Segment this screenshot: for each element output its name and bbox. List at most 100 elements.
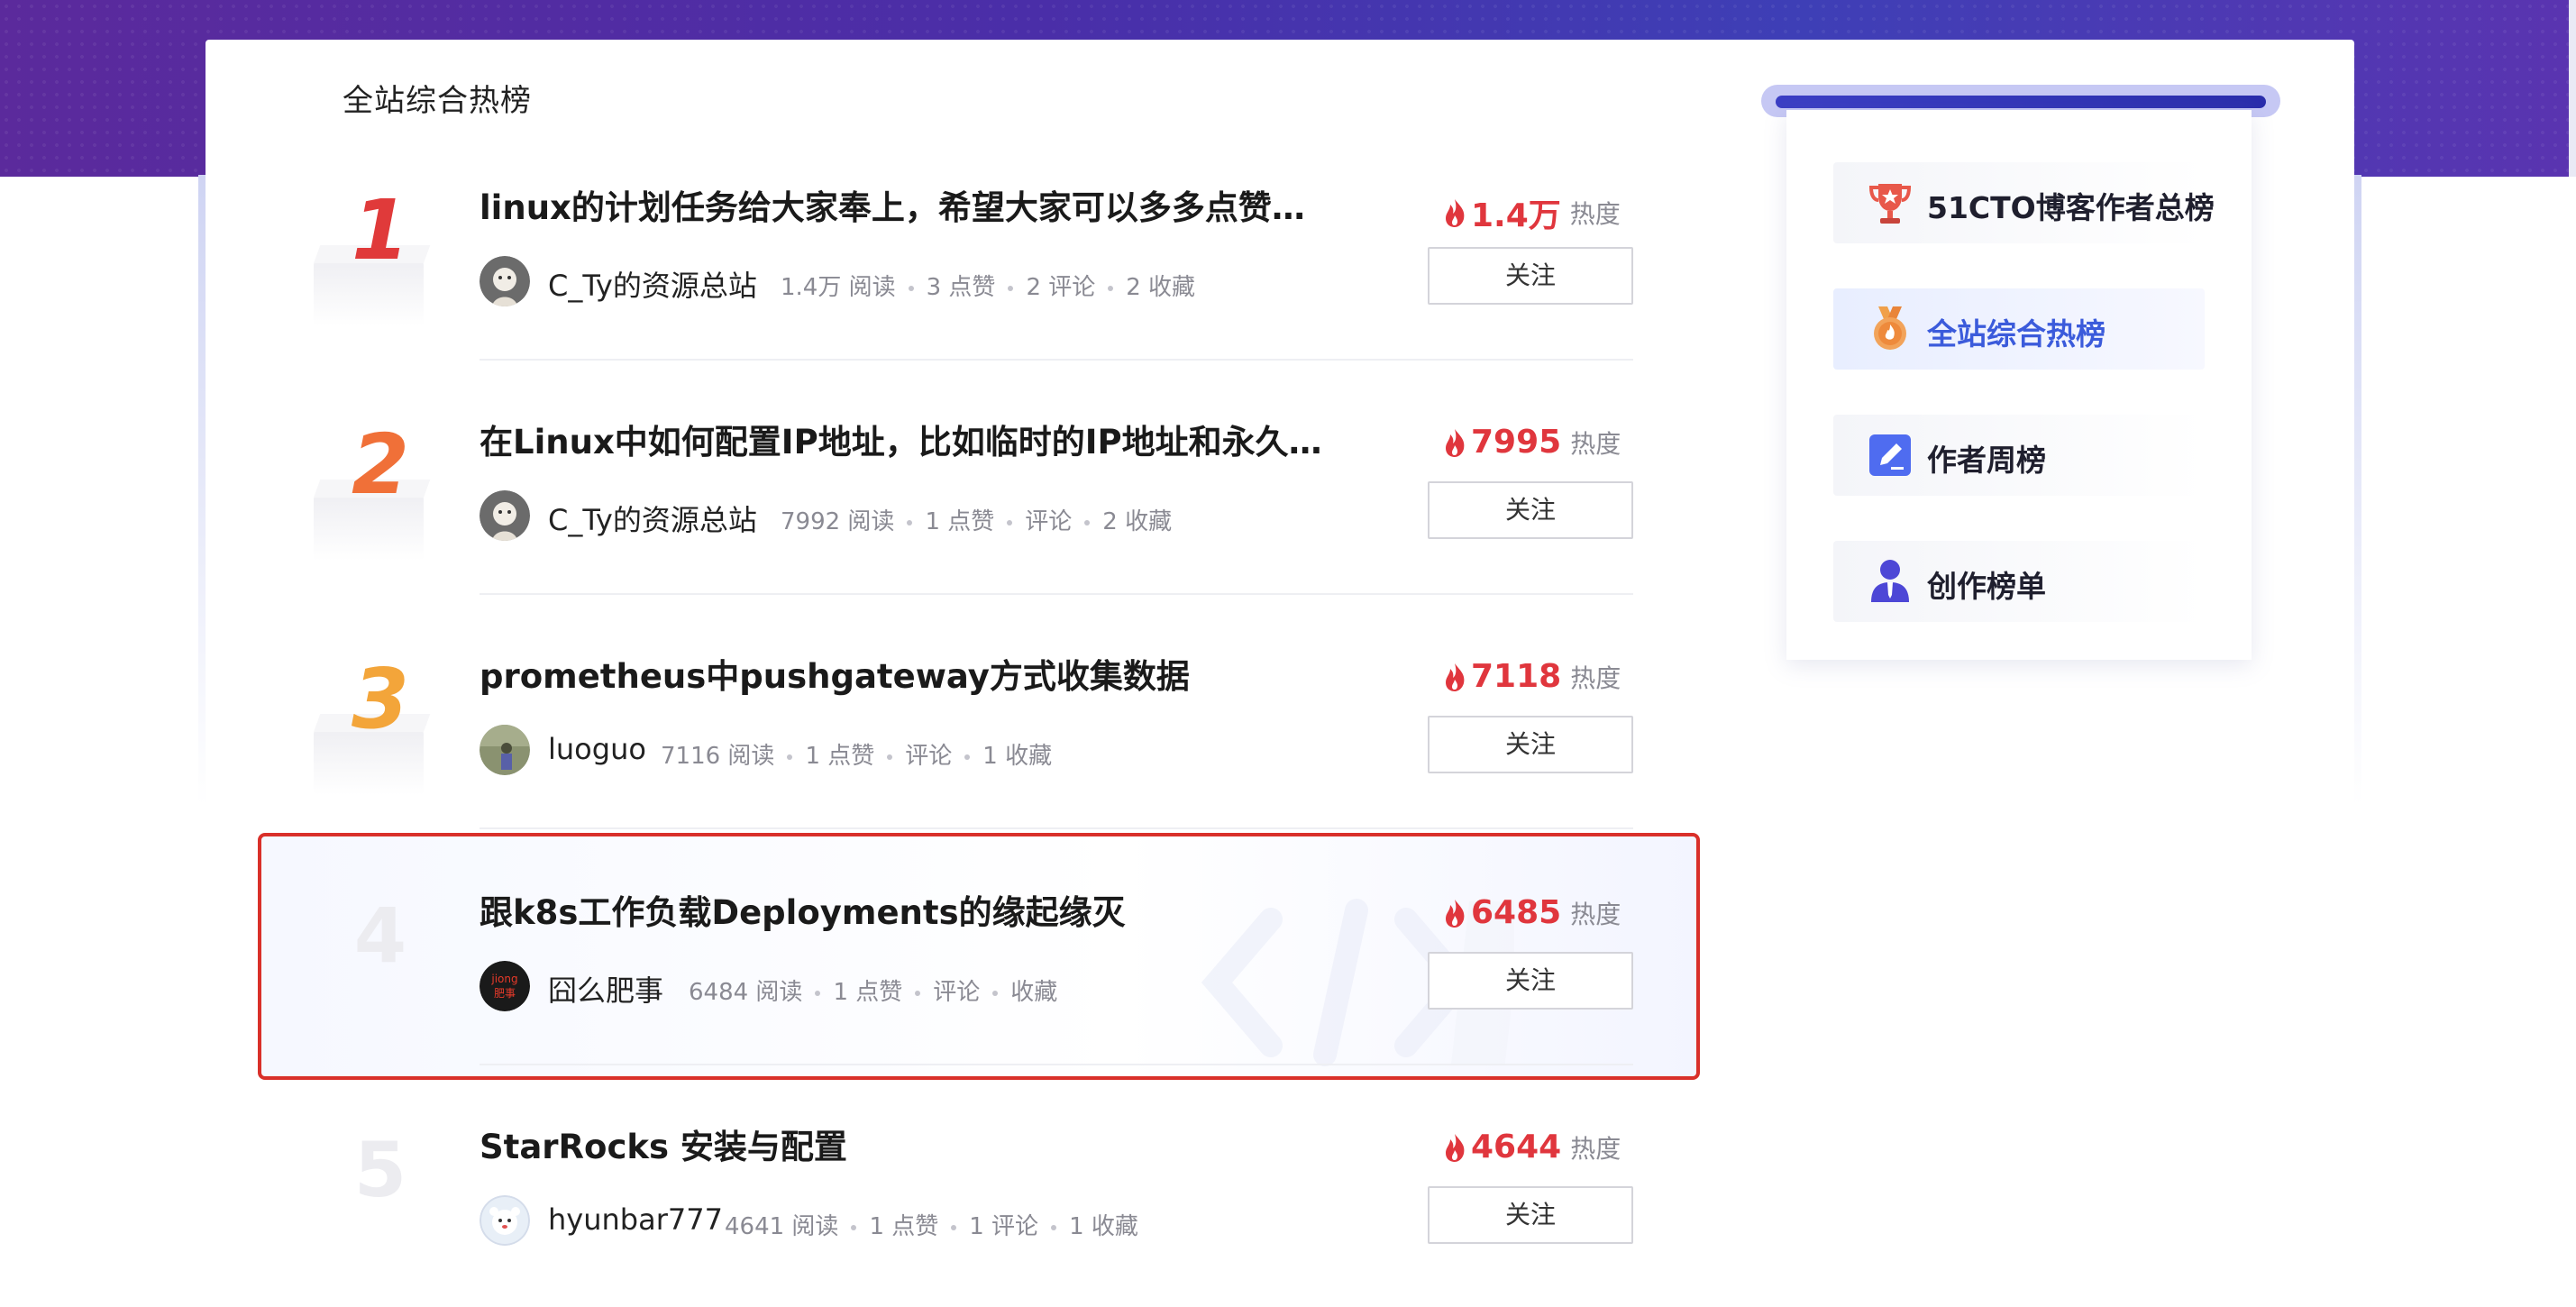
heat-value: 4644 <box>1471 1129 1562 1165</box>
read-count: 4641 阅读 <box>725 1213 839 1240</box>
author-name[interactable]: hyunbar777 <box>548 1202 723 1237</box>
flame-icon <box>1446 663 1465 691</box>
sidebar-item-label: 51CTO博客作者总榜 <box>1927 190 2215 225</box>
sidebar-item-label: 作者周榜 <box>1927 443 2046 478</box>
flame-icon <box>1446 899 1465 928</box>
favorite-count: 2 收藏 <box>1102 508 1173 535</box>
comment-count: 2 评论 <box>1026 274 1096 301</box>
edit-icon <box>1869 434 1911 476</box>
row-divider <box>480 1064 1633 1065</box>
heat-label: 热度 <box>1570 899 1621 929</box>
separator-dot <box>887 754 893 760</box>
heat-score: 7995 热度 <box>1442 424 1622 461</box>
separator-dot <box>1008 285 1014 291</box>
author-name[interactable]: C_Ty的资源总站 <box>548 498 757 539</box>
author-name[interactable]: luoguo <box>548 732 646 766</box>
row-divider <box>480 359 1633 361</box>
heat-label: 热度 <box>1570 428 1621 459</box>
favorite-count: 收藏 <box>1010 979 1058 1006</box>
rank-number: 3 <box>351 651 409 747</box>
svg-text:jiong: jiong <box>490 973 517 985</box>
separator-dot <box>907 519 913 526</box>
trophy-icon <box>1868 184 1912 224</box>
medal-icon <box>1874 306 1906 350</box>
follow-button[interactable]: 关注 <box>1428 716 1633 773</box>
follow-button[interactable]: 关注 <box>1428 481 1633 539</box>
heat-value: 7995 <box>1471 424 1562 461</box>
heat-value: 6485 <box>1471 894 1562 931</box>
comment-count: 1 评论 <box>969 1213 1039 1240</box>
article-stats: 6484 阅读 1 点赞 评论 收藏 <box>689 973 1057 1007</box>
separator-dot <box>908 285 914 291</box>
sidebar-item-author-weekly[interactable]: 作者周榜 <box>1833 415 2205 496</box>
svg-text:肥事: 肥事 <box>494 987 516 1000</box>
flame-icon <box>1446 1133 1465 1162</box>
sidebar: 51CTO博客作者总榜 全站综合热榜 作者周榜 创作榜单 <box>1761 85 2280 660</box>
row-divider <box>480 593 1633 595</box>
heat-label: 热度 <box>1570 1133 1621 1164</box>
sidebar-item-site-hot[interactable]: 全站综合热榜 <box>1833 288 2205 370</box>
rank-number: 4 <box>353 891 407 980</box>
read-count: 6484 阅读 <box>689 979 803 1006</box>
follow-button[interactable]: 关注 <box>1428 1186 1633 1244</box>
like-count: 1 点赞 <box>869 1213 939 1240</box>
rank-number: 2 <box>351 416 409 513</box>
avatar-bear-icon[interactable] <box>480 1195 530 1246</box>
article-title[interactable]: StarRocks 安装与配置 <box>480 1120 1327 1168</box>
follow-button[interactable]: 关注 <box>1428 247 1633 305</box>
ranking-row[interactable]: 5 StarRocks 安装与配置 hyunbar777 4641 阅读 1 点赞 1 评… <box>0 0 1713 1246</box>
avatar-logo-icon[interactable]: jiong 肥事 <box>480 961 530 1011</box>
heat-label: 热度 <box>1570 663 1621 693</box>
separator-dot <box>915 990 921 996</box>
comment-count: 评论 <box>905 743 953 770</box>
heat-score: 7118 热度 <box>1442 658 1622 695</box>
avatar-photo-icon[interactable] <box>480 725 530 775</box>
avatar-cartoon-icon[interactable] <box>480 490 530 541</box>
separator-dot <box>992 990 999 996</box>
article-stats: 7992 阅读 1 点赞 评论 2 收藏 <box>781 503 1172 536</box>
read-count: 7116 阅读 <box>661 743 775 770</box>
follow-button[interactable]: 关注 <box>1428 952 1633 1010</box>
flame-icon <box>1446 428 1465 457</box>
like-count: 1 点赞 <box>925 508 995 535</box>
separator-dot <box>964 754 971 760</box>
heat-value: 7118 <box>1471 658 1562 695</box>
article-stats: 7116 阅读 1 点赞 评论 1 收藏 <box>661 737 1052 771</box>
author-name[interactable]: C_Ty的资源总站 <box>548 263 757 305</box>
separator-dot <box>1108 285 1114 291</box>
separator-dot <box>1084 519 1091 526</box>
separator-dot <box>787 754 793 760</box>
author-name[interactable]: 囧么肥事 <box>548 968 663 1010</box>
like-count: 1 点赞 <box>833 979 903 1006</box>
heat-score: 6485 热度 <box>1442 894 1622 931</box>
favorite-count: 2 收藏 <box>1126 274 1196 301</box>
article-title[interactable]: prometheus中pushgateway方式收集数据 <box>480 649 1327 698</box>
comment-count: 评论 <box>1025 508 1073 535</box>
separator-dot <box>1051 1224 1057 1230</box>
article-stats: 4641 阅读 1 点赞 1 评论 1 收藏 <box>725 1208 1138 1241</box>
read-count: 7992 阅读 <box>781 508 895 535</box>
favorite-count: 1 收藏 <box>982 743 1053 770</box>
comment-count: 评论 <box>933 979 981 1006</box>
separator-dot <box>951 1224 957 1230</box>
read-count: 1.4万 阅读 <box>781 274 896 301</box>
avatar-cartoon-icon[interactable] <box>480 256 530 306</box>
heat-score: 4644 热度 <box>1442 1129 1622 1165</box>
separator-dot <box>851 1224 857 1230</box>
article-title[interactable]: 跟k8s工作负载Deployments的缘起缘灭 <box>480 885 1327 934</box>
sidebar-panel: 51CTO博客作者总榜 全站综合热榜 作者周榜 创作榜单 <box>1786 110 2252 660</box>
article-title[interactable]: 在Linux中如何配置IP地址，比如临时的IP地址和永久IP… <box>480 415 1327 463</box>
row-divider <box>480 827 1633 829</box>
like-count: 1 点赞 <box>805 743 875 770</box>
article-stats: 1.4万 阅读 3 点赞 2 评论 2 收藏 <box>781 269 1195 302</box>
sidebar-item-creation-list[interactable]: 创作榜单 <box>1833 541 2205 622</box>
rank-number: 5 <box>353 1126 407 1214</box>
separator-dot <box>815 990 821 996</box>
sidebar-item-label: 全站综合热榜 <box>1927 316 2106 352</box>
sidebar-item-label: 创作榜单 <box>1927 569 2046 604</box>
scrollbar-track[interactable] <box>2569 0 2576 177</box>
sidebar-item-author-total[interactable]: 51CTO博客作者总榜 <box>1833 162 2215 243</box>
favorite-count: 1 收藏 <box>1069 1213 1138 1240</box>
like-count: 3 点赞 <box>926 274 996 301</box>
separator-dot <box>1007 519 1013 526</box>
